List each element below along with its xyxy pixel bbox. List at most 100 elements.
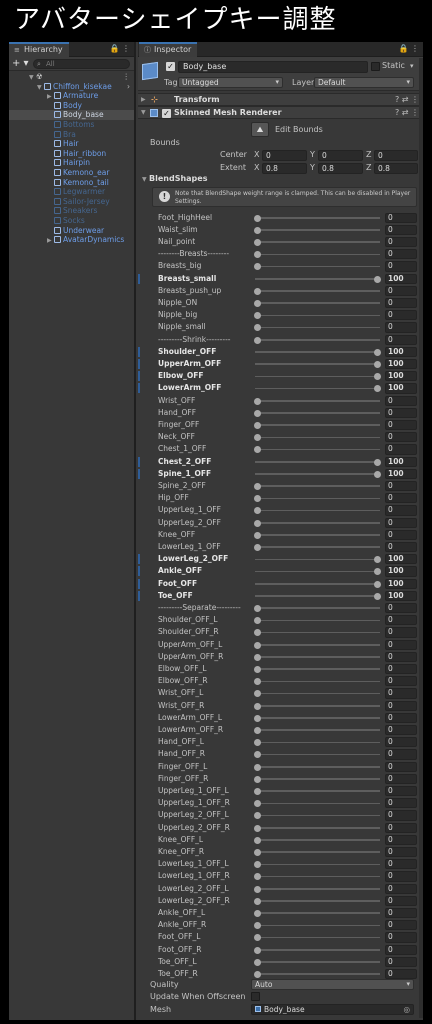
blendshape-slider-knob[interactable] (254, 665, 261, 673)
blendshape-value-field[interactable]: 100 (385, 358, 417, 370)
blendshape-slider-track[interactable] (255, 863, 380, 866)
blendshape-value-field[interactable]: 0 (385, 419, 417, 431)
blendshape-slider-knob[interactable] (374, 348, 381, 356)
quality-dropdown[interactable]: Auto (251, 979, 414, 990)
edit-bounds-button[interactable]: ⛰ (251, 122, 269, 137)
blendshape-slider-knob[interactable] (254, 714, 261, 722)
blendshape-slider-track[interactable] (255, 741, 380, 744)
blendshape-value-field[interactable]: 0 (385, 920, 417, 931)
blendshape-value-field[interactable]: 0 (385, 651, 417, 663)
blendshape-slider-knob[interactable] (254, 678, 261, 686)
blendshape-value-field[interactable]: 0 (385, 212, 417, 223)
skinned-mesh-renderer-header[interactable]: ▼ ✓ Skinned Mesh Renderer ? ⇄ ⋮ (138, 106, 423, 119)
component-tools[interactable]: ? ⇄ ⋮ (395, 94, 419, 105)
blendshape-value-field[interactable]: 0 (385, 334, 417, 345)
blendshape-slider-knob[interactable] (254, 800, 261, 808)
blendshape-slider-track[interactable] (255, 583, 380, 585)
blendshape-slider-knob[interactable] (254, 604, 261, 612)
blendshape-value-field[interactable]: 0 (385, 712, 417, 724)
blendshape-slider-knob[interactable] (254, 617, 261, 625)
blendshape-slider-track[interactable] (255, 936, 380, 939)
hierarchy-item[interactable]: Kemono_tail (9, 178, 134, 188)
blendshape-slider-track[interactable] (255, 851, 380, 853)
blendshape-slider-knob[interactable] (254, 739, 261, 747)
blendshape-slider-track[interactable] (255, 241, 380, 243)
blendshape-value-field[interactable]: 100 (385, 456, 417, 467)
blendshape-slider-knob[interactable] (254, 787, 261, 795)
blendshape-slider-track[interactable] (255, 229, 380, 231)
blendshape-slider-track[interactable] (255, 424, 380, 426)
blendshape-slider-knob[interactable] (254, 946, 261, 954)
blendshape-value-field[interactable]: 0 (385, 737, 417, 748)
blendshape-slider-track[interactable] (255, 400, 380, 402)
blendshape-slider-knob[interactable] (254, 775, 261, 783)
blendshape-slider-track[interactable] (255, 875, 380, 878)
blendshape-value-field[interactable]: 0 (385, 907, 417, 919)
blendshape-value-field[interactable]: 0 (385, 859, 417, 870)
blendshape-slider-track[interactable] (255, 375, 380, 378)
blendshape-slider-track[interactable] (255, 717, 380, 719)
blendshape-slider-track[interactable] (255, 326, 380, 329)
center-y-field[interactable]: 0 (318, 150, 363, 161)
renderer-enabled-checkbox[interactable]: ✓ (162, 109, 171, 118)
blendshape-slider-track[interactable] (255, 680, 380, 683)
blendshape-slider-track[interactable] (255, 729, 380, 731)
blendshape-slider-knob[interactable] (254, 531, 261, 539)
prefab-open-icon[interactable]: › (127, 82, 130, 92)
blendshape-slider-knob[interactable] (254, 726, 261, 734)
blendshape-slider-track[interactable] (255, 473, 380, 475)
blendshape-slider-knob[interactable] (374, 275, 381, 283)
blendshape-slider-knob[interactable] (254, 543, 261, 551)
blendshape-slider-track[interactable] (255, 363, 380, 365)
extent-z-field[interactable]: 0.8 (374, 163, 418, 174)
renderer-component-tools[interactable]: ? ⇄ ⋮ (395, 107, 419, 118)
blendshape-value-field[interactable]: 0 (385, 493, 417, 504)
blendshape-value-field[interactable]: 0 (385, 407, 417, 419)
blendshape-slider-track[interactable] (255, 766, 380, 768)
blendshape-slider-knob[interactable] (374, 360, 381, 368)
blendshape-value-field[interactable]: 0 (385, 700, 417, 711)
blendshape-slider-knob[interactable] (374, 580, 381, 588)
blendshape-slider-knob[interactable] (254, 226, 261, 234)
blendshape-slider-track[interactable] (255, 644, 380, 646)
blendshape-slider-track[interactable] (255, 973, 380, 975)
static-checkbox[interactable] (371, 62, 380, 71)
blendshape-slider-knob[interactable] (254, 873, 261, 881)
blendshape-slider-knob[interactable] (254, 641, 261, 649)
blendshape-value-field[interactable]: 0 (385, 444, 417, 455)
static-dropdown-arrow-icon[interactable]: ▾ (410, 61, 414, 71)
blendshape-slider-track[interactable] (255, 656, 380, 658)
inspector-scrollbar[interactable] (419, 58, 423, 1018)
blendshape-slider-track[interactable] (255, 522, 380, 524)
scene-menu-icon[interactable]: ⋮ (123, 72, 131, 82)
blendshape-value-field[interactable]: 100 (385, 554, 417, 565)
blendshape-slider-track[interactable] (255, 278, 380, 280)
blendshape-slider-knob[interactable] (254, 836, 261, 844)
blendshape-value-field[interactable]: 0 (385, 602, 417, 614)
blendshape-value-field[interactable]: 0 (385, 310, 417, 321)
blendshape-slider-knob[interactable] (254, 958, 261, 966)
layer-dropdown[interactable]: Default (314, 77, 414, 88)
object-name-field[interactable]: Body_base (178, 61, 368, 73)
blendshape-value-field[interactable]: 0 (385, 322, 417, 333)
blendshape-slider-track[interactable] (255, 912, 380, 914)
blendshape-slider-track[interactable] (255, 217, 380, 219)
blendshape-slider-track[interactable] (255, 448, 380, 451)
blendshape-value-field[interactable]: 0 (385, 773, 417, 785)
hierarchy-item[interactable]: Hair_ribbon (9, 149, 134, 159)
blendshape-value-field[interactable]: 0 (385, 688, 417, 699)
blendshape-slider-track[interactable] (255, 692, 380, 695)
blendshape-value-field[interactable]: 100 (385, 578, 417, 589)
blendshape-value-field[interactable]: 0 (385, 615, 417, 626)
blendshape-slider-track[interactable] (255, 668, 380, 670)
blendshape-slider-knob[interactable] (254, 421, 261, 429)
blendshape-slider-knob[interactable] (254, 324, 261, 332)
blendshapes-foldout[interactable]: ▼ BlendShapes (142, 174, 207, 184)
blendshape-value-field[interactable]: 100 (385, 590, 417, 602)
hierarchy-item[interactable]: Socks (9, 216, 134, 226)
blendshape-slider-track[interactable] (255, 461, 380, 463)
blendshape-value-field[interactable]: 100 (385, 383, 417, 394)
blendshape-slider-track[interactable] (255, 290, 380, 292)
hierarchy-tab-tools[interactable]: 🔒 ⋮ (109, 44, 130, 53)
hierarchy-item[interactable]: Bottoms (9, 120, 134, 130)
